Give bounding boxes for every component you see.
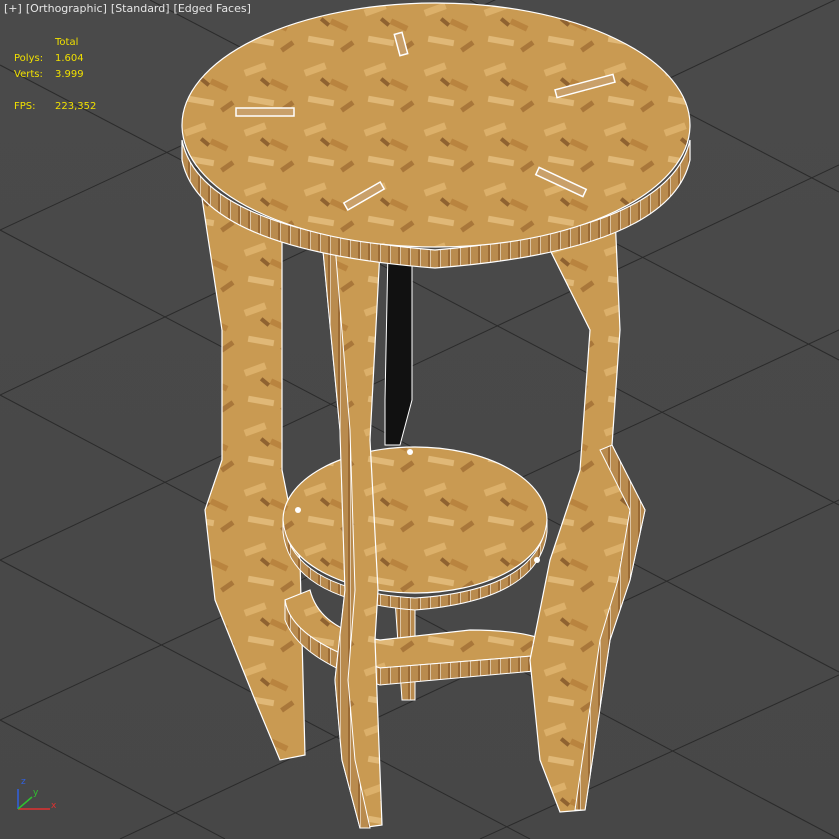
viewport-edged-faces-menu[interactable]: [Edged Faces] bbox=[174, 2, 251, 15]
scene-render[interactable] bbox=[0, 0, 839, 839]
stats-polys-label: Polys: bbox=[14, 53, 44, 64]
middle-shelf bbox=[282, 446, 548, 594]
axis-tripod-icon: x y z bbox=[14, 777, 64, 813]
tabletop bbox=[181, 2, 691, 248]
stats-verts-label: Verts: bbox=[14, 69, 43, 80]
stats-fps-row: FPS: 223,352 bbox=[14, 99, 96, 115]
3d-viewport[interactable]: [+] [Orthographic] [Standard] [Edged Faces]… bbox=[0, 0, 839, 839]
stats-polys-row: Polys: 1.604 bbox=[14, 51, 96, 67]
stats-verts-row: Verts: 3.999 bbox=[14, 67, 96, 83]
viewport-statistics: Total Polys: 1.604 Verts: 3.999 FPS: 223… bbox=[14, 35, 96, 115]
stats-fps-value: 223,352 bbox=[55, 101, 97, 112]
axis-y-label: y bbox=[33, 788, 39, 798]
viewport-plus-menu[interactable]: [+] bbox=[4, 2, 22, 15]
stats-header: Total bbox=[55, 37, 79, 48]
viewport-label-menu: [+] [Orthographic] [Standard] [Edged Faces] bbox=[4, 2, 255, 15]
viewport-view-menu[interactable]: [Orthographic] bbox=[26, 2, 107, 15]
axis-z-label: z bbox=[21, 777, 26, 787]
viewport-shading-menu[interactable]: [Standard] bbox=[111, 2, 170, 15]
stats-fps-label: FPS: bbox=[14, 101, 36, 112]
leg-back-center bbox=[384, 249, 413, 446]
stats-verts-value: 3.999 bbox=[55, 69, 84, 80]
stats-polys-value: 1.604 bbox=[55, 53, 84, 64]
axis-x-label: x bbox=[51, 801, 57, 811]
